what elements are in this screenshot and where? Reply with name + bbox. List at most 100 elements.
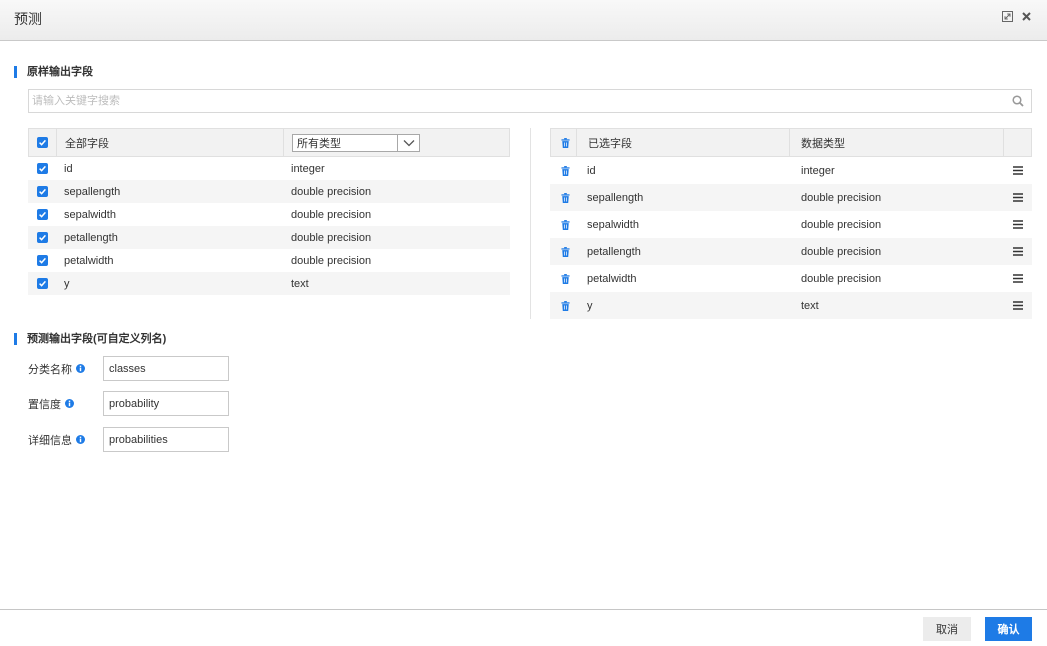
section-title-text: 预测输出字段(可自定义列名)	[27, 333, 167, 345]
drag-handle-icon	[1013, 301, 1023, 310]
selected-fields-row[interactable]: sepalwidth double precision	[550, 211, 1032, 238]
details-label: 详细信息	[28, 434, 72, 447]
cancel-button[interactable]: 取消	[923, 617, 971, 641]
row-checkbox[interactable]	[37, 209, 48, 220]
selected-field-type: double precision	[801, 272, 882, 285]
selected-field-name: y	[587, 299, 593, 312]
drag-handle[interactable]	[1004, 220, 1032, 229]
close-button[interactable]	[1020, 10, 1032, 22]
drag-handle[interactable]	[1004, 166, 1032, 175]
selected-field-name: petallength	[587, 245, 641, 258]
selected-fields-row[interactable]: petalwidth double precision	[550, 265, 1032, 292]
trash-icon[interactable]	[561, 165, 570, 176]
type-filter-arrow[interactable]	[397, 134, 419, 151]
check-mark-icon	[39, 211, 46, 218]
all-fields-rows: id integer sepallength double precision sepa…	[28, 157, 510, 295]
row-checkbox-cell	[28, 209, 57, 220]
selected-fields-row[interactable]: sepallength double precision	[550, 184, 1032, 211]
field-name: petallength	[64, 231, 118, 244]
row-checkbox[interactable]	[37, 232, 48, 243]
drag-handle-icon	[1013, 247, 1023, 256]
dialog-header: 预测	[0, 0, 1047, 41]
row-checkbox[interactable]	[37, 255, 48, 266]
info-icon[interactable]	[76, 435, 85, 444]
trash-icon[interactable]	[561, 273, 570, 284]
confirm-button[interactable]: 确认	[985, 617, 1032, 641]
maximize-button[interactable]	[1001, 10, 1013, 22]
type-filter-value: 所有类型	[297, 137, 341, 150]
confidence-row: 置信度	[28, 391, 229, 416]
drag-handle[interactable]	[1004, 193, 1032, 202]
field-search-input[interactable]	[29, 90, 1031, 112]
close-icon	[1021, 11, 1031, 21]
original-output-section-title: 原样输出字段	[14, 65, 93, 79]
remove-field-cell	[550, 300, 577, 311]
class-name-row: 分类名称	[28, 356, 229, 381]
search-icon[interactable]	[1012, 95, 1024, 107]
check-mark-icon	[39, 280, 46, 287]
selected-field-name: petalwidth	[587, 272, 637, 285]
trash-icon[interactable]	[560, 137, 570, 148]
class-name-label: 分类名称	[28, 363, 72, 376]
type-filter-select[interactable]: 所有类型	[292, 133, 420, 152]
remove-field-cell	[550, 273, 577, 284]
field-type: double precision	[291, 254, 372, 267]
trash-icon[interactable]	[561, 246, 570, 257]
all-fields-row[interactable]: sepalwidth double precision	[28, 203, 510, 226]
chevron-down-icon	[403, 139, 414, 146]
all-fields-row[interactable]: petalwidth double precision	[28, 249, 510, 272]
row-checkbox[interactable]	[37, 163, 48, 174]
field-name: sepallength	[64, 185, 121, 198]
select-all-checkbox[interactable]	[37, 137, 48, 148]
selected-field-name: sepallength	[587, 191, 644, 204]
section-accent-bar	[14, 333, 17, 345]
drag-handle[interactable]	[1004, 274, 1032, 283]
predict-dialog: 预测 原样输出字段 请输入关键字搜索 全部字段 所有类型 id integer …	[0, 0, 1047, 646]
selected-fields-header: 已选字段 数据类型	[550, 128, 1032, 157]
class-name-input[interactable]	[103, 356, 229, 381]
drag-handle[interactable]	[1004, 301, 1032, 310]
remove-all-cell	[551, 129, 577, 156]
drag-handle[interactable]	[1004, 247, 1032, 256]
all-fields-row[interactable]: y text	[28, 272, 510, 295]
selected-field-type: double precision	[801, 218, 882, 231]
row-checkbox[interactable]	[37, 278, 48, 289]
confidence-label-group: 置信度	[28, 396, 103, 412]
select-all-cell	[29, 129, 57, 156]
row-checkbox-cell	[28, 278, 57, 289]
selected-fields-row[interactable]: petallength double precision	[550, 238, 1032, 265]
trash-icon[interactable]	[561, 219, 570, 230]
section-title-text: 原样输出字段	[27, 66, 93, 78]
selected-fields-row[interactable]: y text	[550, 292, 1032, 319]
drag-handle-icon	[1013, 220, 1023, 229]
footer-divider	[0, 609, 1047, 610]
all-fields-row[interactable]: petallength double precision	[28, 226, 510, 249]
trash-icon[interactable]	[561, 192, 570, 203]
all-fields-row[interactable]: sepallength double precision	[28, 180, 510, 203]
selected-fields-header-name: 已选字段	[577, 129, 790, 156]
selected-field-name: sepalwidth	[587, 218, 639, 231]
details-input[interactable]	[103, 427, 229, 452]
selected-fields-row[interactable]: id integer	[550, 157, 1032, 184]
check-mark-icon	[39, 188, 46, 195]
remove-field-cell	[550, 246, 577, 257]
field-type: double precision	[291, 231, 372, 244]
row-checkbox-cell	[28, 163, 57, 174]
confidence-label: 置信度	[28, 398, 61, 411]
info-icon[interactable]	[76, 364, 85, 373]
row-checkbox[interactable]	[37, 186, 48, 197]
handle-header-cell	[1004, 129, 1031, 156]
all-fields-header: 全部字段 所有类型	[28, 128, 510, 157]
dialog-title: 预测	[14, 11, 42, 27]
type-filter-cell: 所有类型	[284, 129, 509, 156]
row-checkbox-cell	[28, 232, 57, 243]
predict-output-section-title: 预测输出字段(可自定义列名)	[14, 332, 166, 346]
confidence-input[interactable]	[103, 391, 229, 416]
all-fields-table: 全部字段 所有类型 id integer sepallength double pre…	[28, 128, 510, 295]
field-type: text	[291, 277, 309, 290]
selected-fields-rows: id integer sepallength double precision sepa…	[550, 157, 1032, 319]
section-accent-bar	[14, 66, 17, 78]
trash-icon[interactable]	[561, 300, 570, 311]
info-icon[interactable]	[65, 399, 74, 408]
all-fields-row[interactable]: id integer	[28, 157, 510, 180]
